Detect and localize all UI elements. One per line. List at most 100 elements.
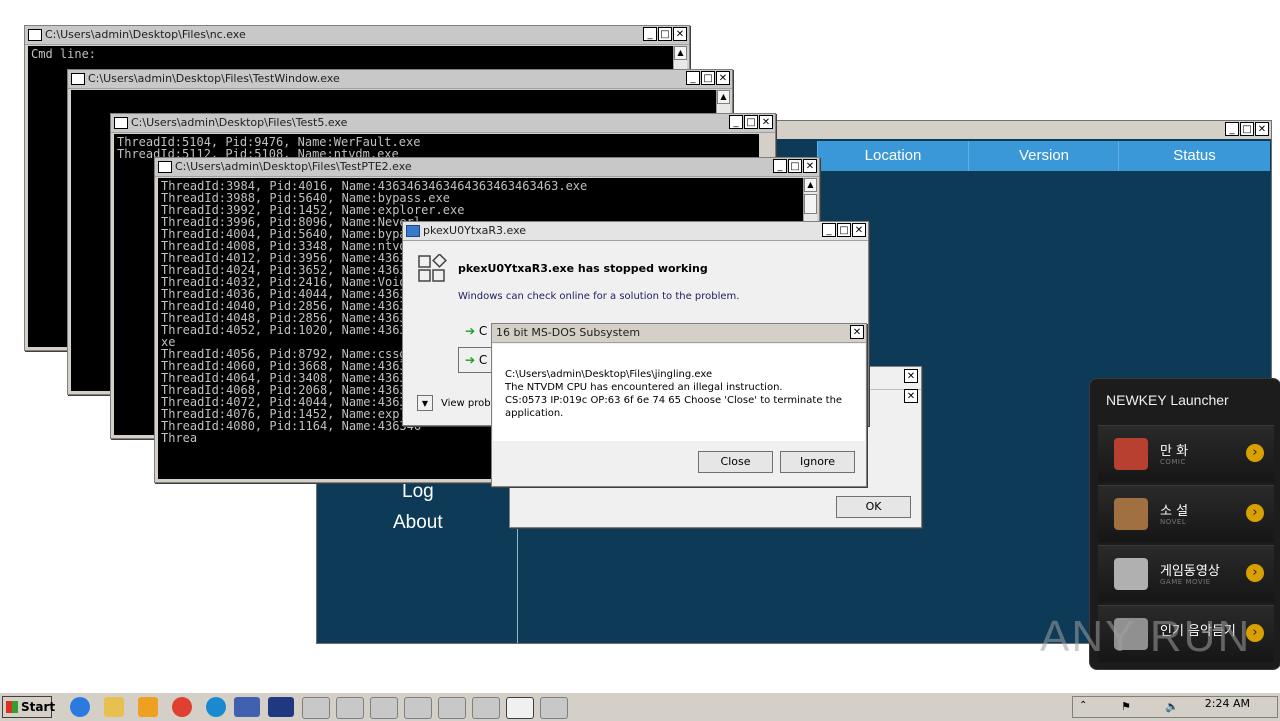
close-button[interactable]: ✕ — [759, 115, 773, 129]
maximize-button[interactable]: □ — [744, 115, 758, 129]
item-sub: COMIC — [1160, 458, 1186, 466]
taskbar: Start ⌃ ⚑ 🔈 2:24 AM — [0, 692, 1280, 721]
scroll-up-icon[interactable]: ▲ — [804, 178, 817, 192]
folder-icon[interactable] — [104, 697, 124, 717]
clock[interactable]: 2:24 AM — [1205, 697, 1250, 710]
nav-about[interactable]: About — [393, 512, 443, 534]
maximize-button[interactable]: □ — [788, 159, 802, 173]
window-controls: _ □ ✕ — [728, 115, 773, 129]
ignore-button[interactable]: Ignore — [780, 451, 855, 473]
column-header-version[interactable]: Version — [968, 141, 1119, 171]
taskbar-window-4[interactable] — [404, 697, 432, 719]
newkey-item-novel[interactable]: 소 설 NOVEL › — [1098, 485, 1274, 542]
app-icon — [406, 225, 420, 237]
ok-button[interactable]: OK — [836, 496, 911, 518]
close-button[interactable]: ✕ — [852, 223, 866, 237]
volume-icon[interactable]: 🔈 — [1165, 700, 1179, 713]
item-label: 만 화 — [1160, 444, 1189, 459]
ntvdm-dialog: 16 bit MS-DOS Subsystem ✕ C:\Users\admin… — [491, 323, 867, 487]
taskbar-app-1[interactable] — [234, 697, 260, 717]
gamepad-icon — [1114, 558, 1148, 590]
scroll-up-icon[interactable]: ▲ — [717, 90, 730, 104]
ntvdm-line: C:\Users\admin\Desktop\Files\jingling.ex… — [505, 369, 713, 380]
media-player-icon[interactable] — [138, 697, 158, 717]
close-button[interactable]: ✕ — [673, 27, 687, 41]
start-label: Start — [21, 700, 56, 714]
ntvdm-titlebar[interactable]: 16 bit MS-DOS Subsystem ✕ — [492, 324, 866, 343]
test5-titlebar[interactable]: C:\Users\admin\Desktop\Files\Test5.exe _… — [111, 114, 775, 133]
minimize-button[interactable]: _ — [822, 223, 836, 237]
option-check-online[interactable]: ➔ C — [465, 324, 487, 338]
close-button[interactable]: Close — [698, 451, 773, 473]
column-header-status[interactable]: Status — [1118, 141, 1270, 171]
ntvdm-message: C:\Users\admin\Desktop\Files\jingling.ex… — [505, 368, 842, 420]
maximize-button[interactable]: □ — [658, 27, 672, 41]
comic-icon — [1114, 438, 1148, 470]
close-button[interactable]: ✕ — [904, 389, 918, 403]
maximize-button[interactable]: □ — [701, 71, 715, 85]
close-button[interactable]: ✕ — [850, 325, 864, 339]
taskbar-window-5[interactable] — [438, 697, 466, 719]
console-icon — [71, 73, 85, 85]
window-controls: _ □ ✕ — [642, 27, 687, 41]
testwindow-titlebar[interactable]: C:\Users\admin\Desktop\Files\TestWindow.… — [68, 70, 732, 89]
crash-heading: pkexU0YtxaR3.exe has stopped working — [458, 262, 708, 275]
item-label: 소 설 — [1160, 504, 1189, 519]
minimize-button[interactable]: _ — [729, 115, 743, 129]
maximize-button[interactable]: □ — [837, 223, 851, 237]
taskbar-window-active[interactable] — [506, 697, 534, 719]
window-controls: _ □ ✕ — [772, 159, 817, 173]
anyrun-watermark: ANY RUN — [1040, 612, 1252, 661]
newkey-item-comic[interactable]: 만 화 COMIC › — [1098, 425, 1274, 482]
chevron-up-icon[interactable]: ⌃ — [1079, 700, 1087, 711]
taskbar-window-6[interactable] — [472, 697, 500, 719]
view-problem-details[interactable]: View probl — [441, 398, 493, 409]
console-icon — [158, 161, 172, 173]
chrome-icon[interactable] — [172, 697, 192, 717]
window-controls: ✕ — [903, 389, 918, 403]
edge-icon[interactable] — [206, 697, 226, 717]
green-arrow-icon: ➔ — [465, 353, 476, 367]
testpte2-title: C:\Users\admin\Desktop\Files\TestPTE2.ex… — [175, 160, 412, 173]
maximize-button[interactable]: □ — [1240, 122, 1254, 136]
taskbar-window-7[interactable] — [540, 697, 568, 719]
ie-icon[interactable] — [70, 697, 90, 717]
green-arrow-icon: ➔ — [465, 324, 476, 338]
close-button[interactable]: ✕ — [716, 71, 730, 85]
taskbar-app-2[interactable] — [268, 697, 294, 717]
window-controls: _ □ ✕ — [685, 71, 730, 85]
close-button[interactable]: ✕ — [904, 369, 918, 383]
book-icon — [1114, 498, 1148, 530]
column-header-location[interactable]: Location — [817, 141, 968, 171]
close-button[interactable]: ✕ — [1255, 122, 1269, 136]
crash-title: pkexU0YtxaR3.exe — [423, 224, 527, 237]
nc-titlebar[interactable]: C:\Users\admin\Desktop\Files\nc.exe _ □ … — [25, 26, 689, 45]
taskbar-window-2[interactable] — [336, 697, 364, 719]
close-button[interactable]: ✕ — [803, 159, 817, 173]
crash-body: Windows can check online for a solution … — [458, 291, 740, 302]
minimize-button[interactable]: _ — [686, 71, 700, 85]
start-button[interactable]: Start — [2, 696, 56, 718]
minimize-button[interactable]: _ — [643, 27, 657, 41]
newkey-item-gamemovie[interactable]: 게임동영상 GAME MOVIE › — [1098, 545, 1274, 602]
ntvdm-line: application. — [505, 408, 564, 419]
window-controls: _ □ ✕ — [1224, 122, 1269, 136]
crash-titlebar[interactable]: pkexU0YtxaR3.exe _ □ ✕ — [403, 222, 868, 241]
scroll-thumb[interactable] — [804, 194, 817, 214]
taskbar-window-3[interactable] — [370, 697, 398, 719]
minimize-button[interactable]: _ — [1225, 122, 1239, 136]
console-icon — [28, 29, 42, 41]
minimize-button[interactable]: _ — [773, 159, 787, 173]
scroll-up-icon[interactable]: ▲ — [674, 46, 687, 60]
nav-log[interactable]: Log — [402, 481, 434, 503]
testpte2-titlebar[interactable]: C:\Users\admin\Desktop\Files\TestPTE2.ex… — [155, 158, 819, 177]
taskbar-window-1[interactable] — [302, 697, 330, 719]
chevron-right-icon[interactable]: › — [1246, 504, 1264, 522]
program-icon — [418, 254, 447, 282]
chevron-down-icon[interactable]: ▼ — [417, 395, 433, 411]
newkey-title: NEWKEY Launcher — [1106, 392, 1229, 408]
option-label: C — [478, 353, 488, 367]
chevron-right-icon[interactable]: › — [1246, 564, 1264, 582]
chevron-right-icon[interactable]: › — [1246, 444, 1264, 462]
flag-icon[interactable]: ⚑ — [1121, 700, 1131, 713]
